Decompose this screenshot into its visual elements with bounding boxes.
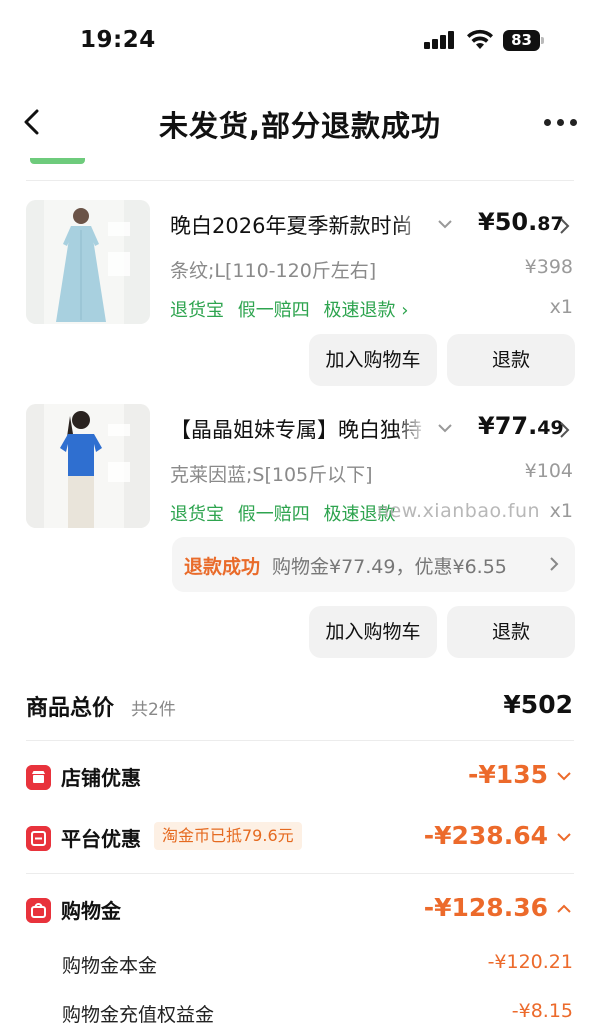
wifi-icon <box>467 29 493 49</box>
shopping-bag-icon <box>26 898 51 923</box>
service-tags: 退货宝 假一赔四 极速退款 <box>170 500 403 526</box>
product-spec: 克莱因蓝;S[105斤以下] <box>170 464 373 486</box>
product-image[interactable] <box>26 404 150 528</box>
status-bar: 19:24 83 <box>0 0 600 80</box>
discount-label: 购物金 <box>61 899 121 923</box>
discount-label: 平台优惠 <box>61 827 141 851</box>
original-price: ¥398 <box>524 256 573 278</box>
refund-button[interactable]: 退款 <box>447 606 575 658</box>
total-price-label: 商品总价 <box>26 696 115 721</box>
credit-detail-amount: -¥120.21 <box>487 951 573 973</box>
total-price: ¥502 <box>503 690 573 719</box>
quantity: x1 <box>549 296 573 318</box>
order-item: 晚白2026年夏季新款时尚 ¥50.87 条纹;L[110-120斤左右] ¥3… <box>0 200 600 390</box>
divider <box>26 873 574 874</box>
store-icon <box>26 765 51 790</box>
chevron-up-icon <box>557 904 571 913</box>
platform-coupon-icon <box>26 826 51 851</box>
discount-label: 店铺优惠 <box>61 766 141 790</box>
refund-detail: 购物金¥77.49，优惠¥6.55 <box>272 556 507 578</box>
discount-amount: -¥128.36 <box>423 893 548 922</box>
chevron-down-icon[interactable] <box>437 218 453 230</box>
chevron-right-icon[interactable] <box>558 421 570 439</box>
discount-row-shopping-credit[interactable]: 购物金 -¥128.36 <box>0 891 600 931</box>
discount-row-store[interactable]: 店铺优惠 -¥135 <box>0 758 600 798</box>
item-count: 共2件 <box>131 700 176 720</box>
watermark: new.xianbao.fun <box>377 500 541 522</box>
discount-amount: -¥238.64 <box>423 821 548 850</box>
add-to-cart-button[interactable]: 加入购物车 <box>309 334 437 386</box>
nav-bar: 未发货,部分退款成功 <box>0 95 600 155</box>
credit-detail-label: 购物金充值权益金 <box>62 1004 215 1026</box>
battery-level: 83 <box>503 30 540 51</box>
product-price: ¥50.87 <box>478 208 564 236</box>
product-spec: 条纹;L[110-120斤左右] <box>170 260 377 282</box>
divider <box>26 180 574 181</box>
cellular-signal-icon <box>424 31 458 49</box>
refund-button[interactable]: 退款 <box>447 334 575 386</box>
product-photo-dress <box>26 200 150 324</box>
taojinbi-badge: 淘金币已抵79.6元 <box>154 822 302 850</box>
product-image[interactable] <box>26 200 150 324</box>
battery-icon: 83 <box>503 30 545 51</box>
tag-return-insurance: 退货宝 <box>170 300 224 321</box>
discount-row-platform[interactable]: 平台优惠 淘金币已抵79.6元 -¥238.64 <box>0 819 600 859</box>
tag-fake-compensation: 假一赔四 <box>237 504 310 525</box>
credit-detail-row: 购物金充值权益金 -¥8.15 <box>0 1000 600 1029</box>
quantity: x1 <box>549 500 573 522</box>
credit-detail-row: 购物金本金 -¥120.21 <box>0 951 600 985</box>
status-time: 19:24 <box>80 27 156 53</box>
chevron-right-icon <box>550 557 559 571</box>
credit-detail-amount: -¥8.15 <box>511 1000 573 1022</box>
more-options-icon[interactable] <box>544 119 578 127</box>
tag-return-insurance: 退货宝 <box>170 504 224 525</box>
credit-detail-label: 购物金本金 <box>62 955 158 977</box>
discount-amount: -¥135 <box>468 760 548 789</box>
refund-status-bar[interactable]: 退款成功 购物金¥77.49，优惠¥6.55 <box>172 537 575 592</box>
page-title: 未发货,部分退款成功 <box>158 109 442 143</box>
tag-fast-refund[interactable]: 极速退款 › <box>323 300 408 321</box>
service-tags: 退货宝 假一赔四 极速退款 › <box>170 296 416 322</box>
refund-status: 退款成功 <box>184 556 261 578</box>
add-to-cart-button[interactable]: 加入购物车 <box>309 606 437 658</box>
original-price: ¥104 <box>524 460 573 482</box>
chevron-right-icon[interactable] <box>558 217 570 235</box>
product-price: ¥77.49 <box>478 412 564 440</box>
chevron-down-icon <box>557 833 571 842</box>
product-title[interactable]: 晚白2026年夏季新款时尚 <box>170 210 425 240</box>
progress-strip <box>30 158 85 164</box>
chevron-down-icon <box>557 772 571 781</box>
tag-fake-compensation: 假一赔四 <box>237 300 310 321</box>
product-photo-tshirt <box>26 404 150 528</box>
chevron-down-icon[interactable] <box>437 422 453 434</box>
product-title[interactable]: 【晶晶姐妹专属】晚白独特 <box>170 414 425 444</box>
divider <box>26 740 574 741</box>
